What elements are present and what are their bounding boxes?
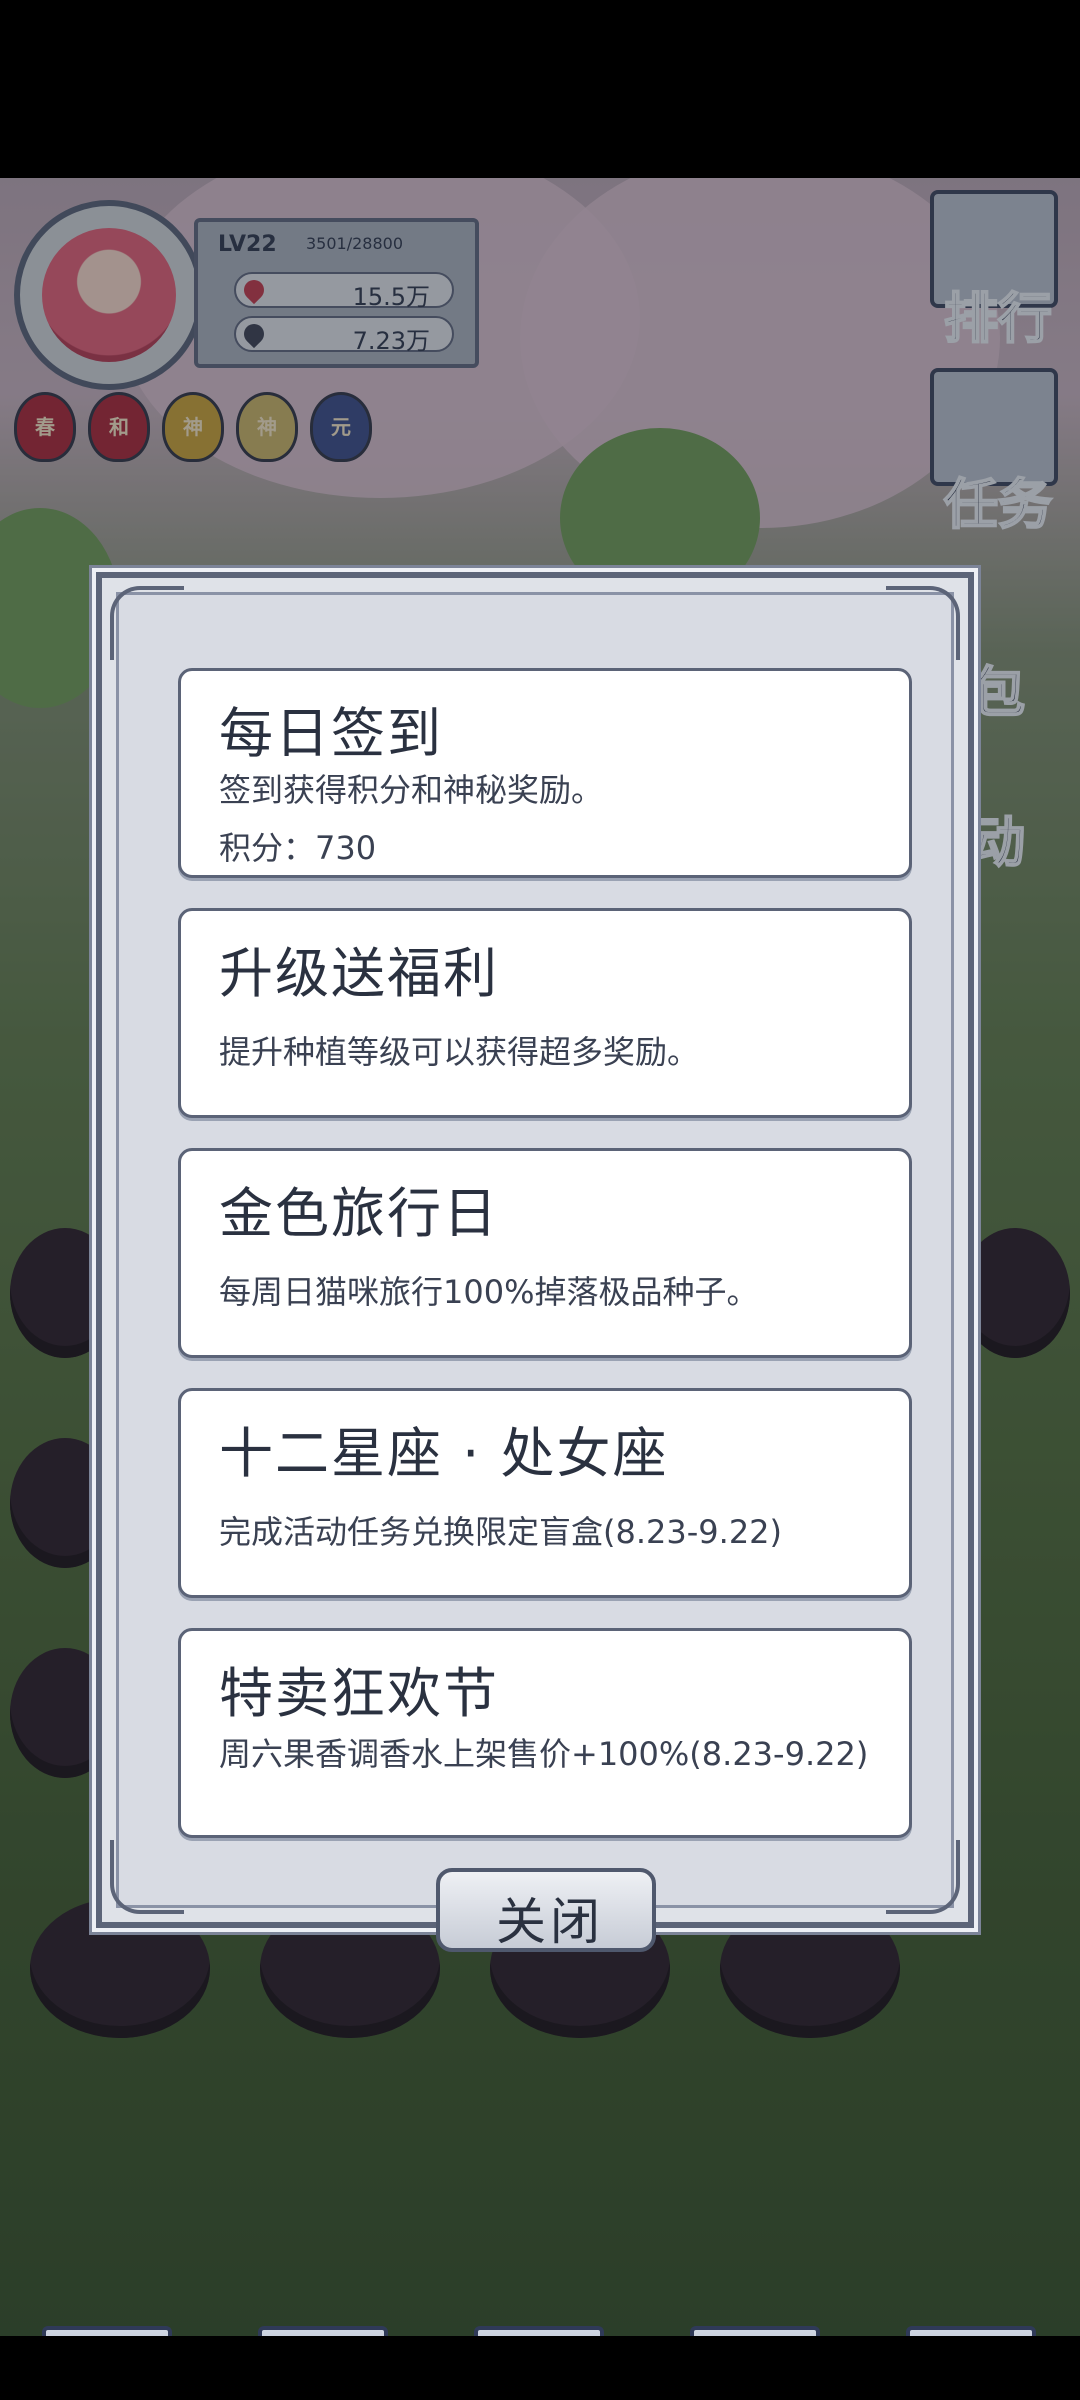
event-card-golden-travel[interactable]: 金色旅行日 每周日猫咪旅行100%掉落极品种子。 xyxy=(178,1148,912,1358)
nav-garden[interactable]: 花园 xyxy=(460,2326,620,2336)
status-bar-area xyxy=(0,0,1080,178)
close-button[interactable]: 关闭 xyxy=(436,1868,656,1952)
bottom-navigation: 集市 库房 花园 调香 柜台 xyxy=(0,2326,1080,2336)
warehouse-icon xyxy=(258,2326,388,2336)
event-title: 升级送福利 xyxy=(219,942,499,1005)
navigation-bar-area xyxy=(0,2336,1080,2400)
event-description: 每周日猫咪旅行100%掉落极品种子。 xyxy=(219,1273,759,1311)
event-description: 周六果香调香水上架售价+100%(8.23-9.22) xyxy=(219,1735,869,1773)
event-description: 提升种植等级可以获得超多奖励。 xyxy=(219,1033,700,1071)
ornament-corner xyxy=(110,586,184,660)
event-card-daily-checkin[interactable]: 每日签到 签到获得积分和神秘奖励。 积分：730 xyxy=(178,668,912,878)
market-icon xyxy=(42,2326,172,2336)
ornament-corner xyxy=(110,1840,184,1914)
close-button-label: 关闭 xyxy=(496,1893,604,1951)
perfume-bottle-icon xyxy=(690,2326,820,2336)
event-points: 积分：730 xyxy=(219,829,377,867)
event-description: 签到获得积分和神秘奖励。 xyxy=(219,771,604,809)
event-card-sale-festival[interactable]: 特卖狂欢节 周六果香调香水上架售价+100%(8.23-9.22) xyxy=(178,1628,912,1838)
counter-icon xyxy=(906,2326,1036,2336)
nav-warehouse[interactable]: 库房 xyxy=(244,2326,404,2336)
ornament-corner xyxy=(886,586,960,660)
event-card-zodiac[interactable]: 十二星座 · 处女座 完成活动任务兑换限定盲盒(8.23-9.22) xyxy=(178,1388,912,1598)
event-title: 特卖狂欢节 xyxy=(219,1662,499,1725)
event-card-level-rewards[interactable]: 升级送福利 提升种植等级可以获得超多奖励。 xyxy=(178,908,912,1118)
ornament-corner xyxy=(886,1840,960,1914)
nav-counter[interactable]: 柜台 xyxy=(892,2326,1052,2336)
event-title: 金色旅行日 xyxy=(219,1182,499,1245)
event-description: 完成活动任务兑换限定盲盒(8.23-9.22) xyxy=(219,1513,783,1551)
nav-perfume[interactable]: 调香 xyxy=(676,2326,836,2336)
nav-market[interactable]: 集市 xyxy=(28,2326,188,2336)
rose-icon xyxy=(474,2326,604,2336)
events-dialog: 每日签到 签到获得积分和神秘奖励。 积分：730 升级送福利 提升种植等级可以获… xyxy=(96,572,974,1952)
event-title: 十二星座 · 处女座 xyxy=(219,1422,669,1485)
event-title: 每日签到 xyxy=(219,702,443,765)
